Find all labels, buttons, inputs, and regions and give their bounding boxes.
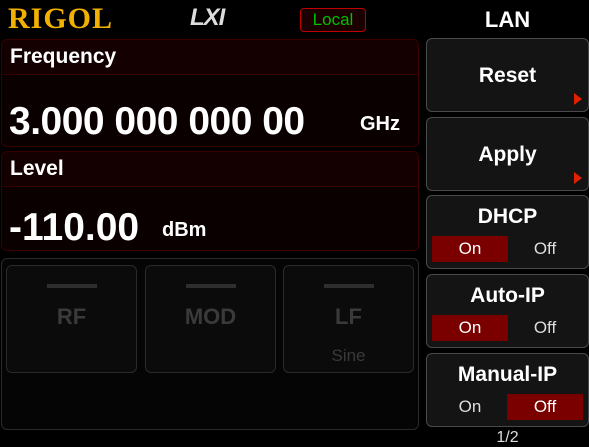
manual-ip-toggle[interactable]: Manual-IP On Off — [426, 353, 589, 427]
manual-ip-options: On Off — [432, 394, 583, 420]
auto-ip-label: Auto-IP — [470, 284, 545, 307]
level-unit: dBm — [162, 219, 207, 241]
frequency-unit: GHz — [360, 113, 400, 135]
modules-area: RF MOD LF Sine — [1, 258, 419, 430]
module-mod-label: MOD — [184, 304, 237, 329]
level-panel[interactable]: Level -110.00 dBm — [1, 151, 419, 251]
module-mod-status-bar — [185, 284, 236, 288]
submenu-arrow-icon — [574, 172, 582, 184]
dhcp-toggle[interactable]: DHCP On Off — [426, 195, 589, 269]
level-value: -110.00 — [9, 206, 140, 249]
dhcp-options: On Off — [432, 236, 583, 262]
level-label: Level — [10, 157, 64, 180]
frequency-header: Frequency — [2, 40, 418, 75]
reset-label: Reset — [478, 64, 537, 87]
manual-ip-off-option[interactable]: Off — [507, 394, 583, 420]
apply-label: Apply — [478, 143, 537, 166]
dhcp-on-option[interactable]: On — [432, 236, 508, 262]
module-mod[interactable]: MOD — [145, 265, 276, 373]
module-lf-sub: Sine — [331, 346, 366, 365]
module-rf-status-bar — [46, 284, 97, 288]
dhcp-off-option[interactable]: Off — [507, 236, 583, 262]
module-rf[interactable]: RF — [6, 265, 137, 373]
auto-ip-off-option[interactable]: Off — [507, 315, 583, 341]
menu-title: LAN — [484, 7, 531, 32]
dhcp-label: DHCP — [477, 205, 538, 228]
module-lf-label: LF — [335, 304, 362, 329]
frequency-value: 3.000 000 000 00 — [9, 100, 305, 143]
manual-ip-on-option[interactable]: On — [432, 394, 508, 420]
auto-ip-toggle[interactable]: Auto-IP On Off — [426, 274, 589, 348]
module-lf-status-bar — [323, 284, 374, 288]
local-mode-indicator: Local — [300, 8, 366, 32]
manual-ip-label: Manual-IP — [457, 363, 558, 386]
frequency-label: Frequency — [10, 45, 117, 68]
submenu-arrow-icon — [574, 93, 582, 105]
level-header: Level — [2, 152, 418, 187]
module-rf-label: RF — [56, 304, 87, 329]
reset-button[interactable]: Reset — [426, 38, 589, 112]
apply-button[interactable]: Apply — [426, 117, 589, 191]
page-indicator: 1/2 — [496, 429, 519, 446]
frequency-panel[interactable]: Frequency 3.000 000 000 00 GHz — [1, 39, 419, 147]
auto-ip-on-option[interactable]: On — [432, 315, 508, 341]
rigol-logo: RIGOL — [8, 2, 114, 35]
auto-ip-options: On Off — [432, 315, 583, 341]
module-lf[interactable]: LF Sine — [283, 265, 414, 373]
lxi-logo: LXI — [190, 4, 225, 31]
